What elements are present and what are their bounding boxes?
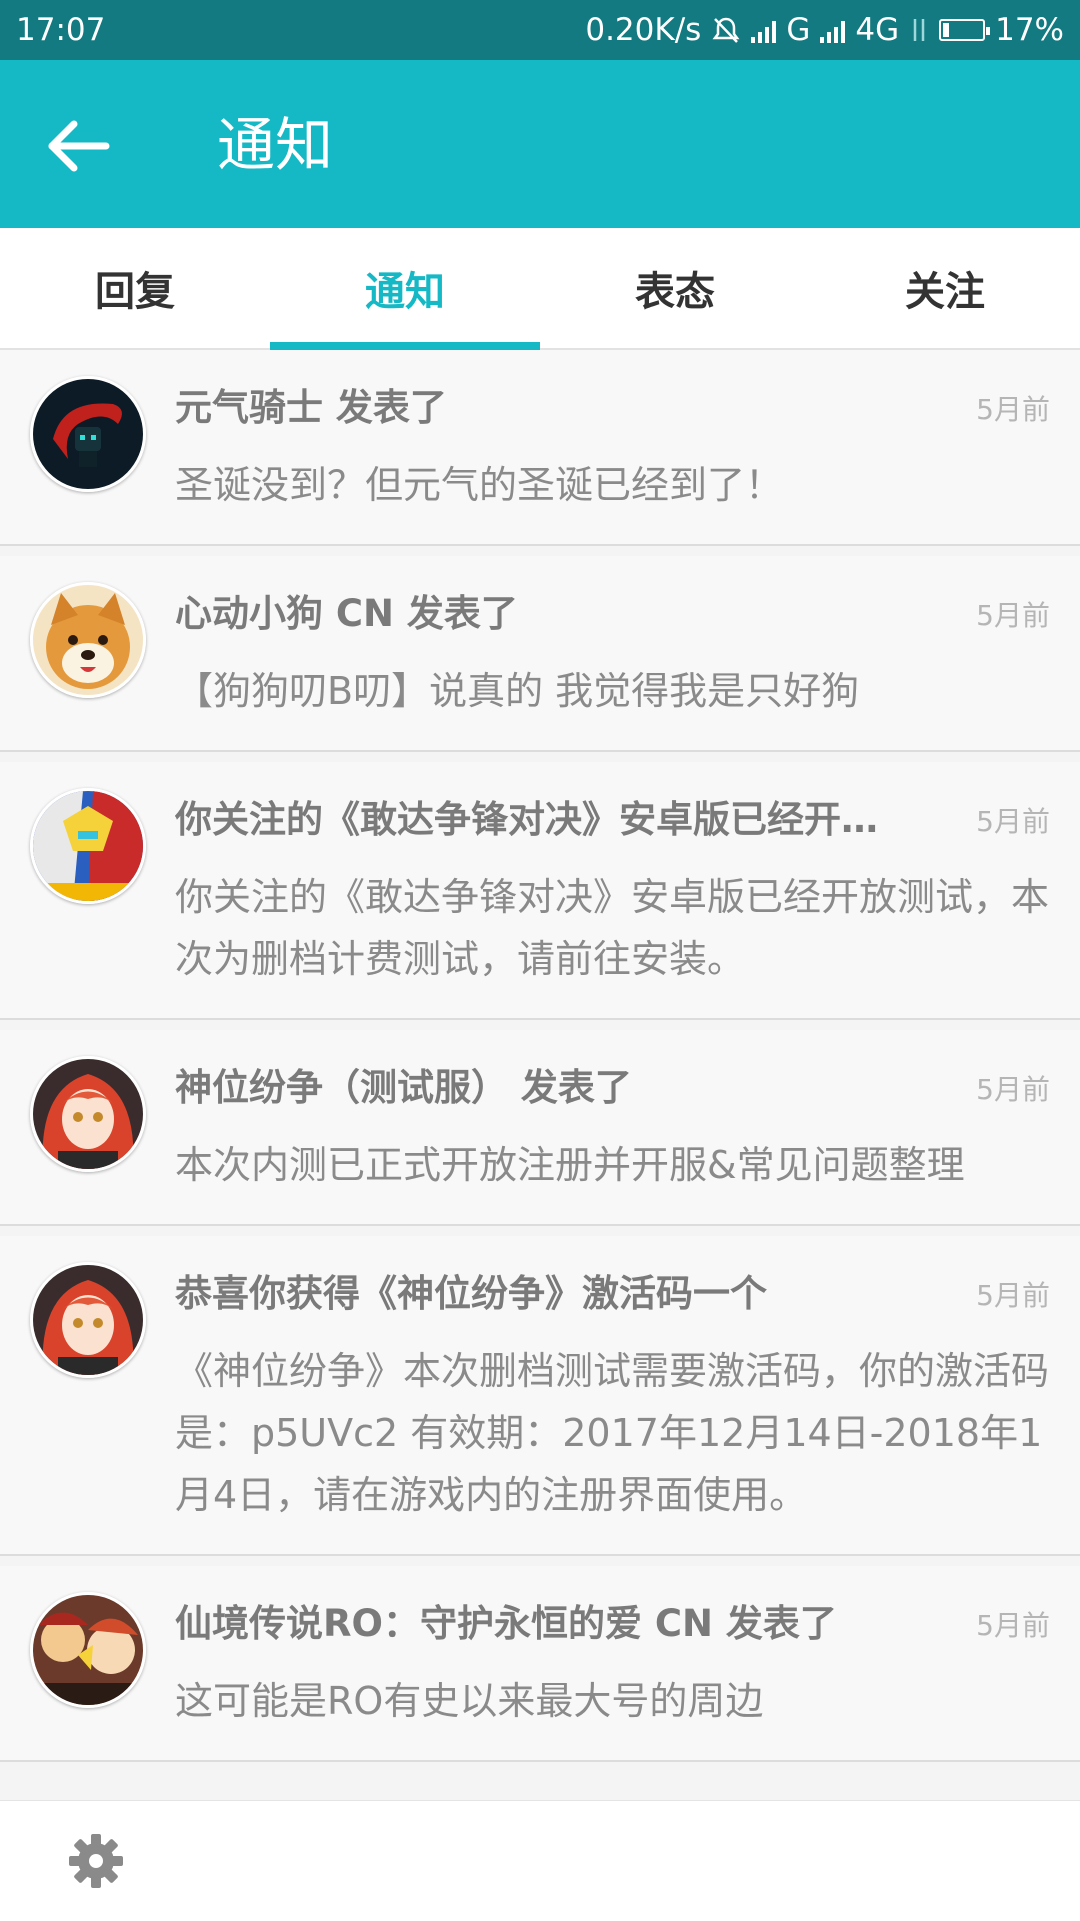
- gear-icon: [69, 1834, 123, 1888]
- status-bar: 17:07 0.20K/s G 4G 17%: [0, 0, 1080, 60]
- page-title: 通知: [217, 111, 334, 179]
- dog-avatar: [30, 582, 146, 698]
- status-icons: 0.20K/s G 4G 17%: [585, 12, 1064, 48]
- list-item[interactable]: 心动小狗 CN 发表了 5月前 【狗狗叨B叨】说真的 我觉得我是只好狗: [0, 556, 1080, 752]
- signal1-label: G: [786, 12, 811, 48]
- tab-notification[interactable]: 通知: [270, 228, 540, 350]
- notification-title: 元气骑士 发表了: [175, 386, 447, 429]
- notification-title: 神位纷争（测试服） 发表了: [175, 1066, 632, 1109]
- mute-bell-icon: [712, 17, 740, 43]
- tab-bar: 回复 通知 表态 关注: [0, 228, 1080, 350]
- ro-avatar: [30, 1592, 146, 1708]
- arrow-left-icon: [48, 120, 110, 172]
- notification-list: 元气骑士 发表了 5月前 圣诞没到？但元气的圣诞已经到了！ 心动小狗 CN 发表…: [0, 350, 1080, 1800]
- data-transfer-icon: [913, 19, 925, 41]
- signal2-label: 4G: [855, 12, 900, 48]
- notification-title: 心动小狗 CN 发表了: [175, 592, 518, 635]
- battery-percent: 17%: [995, 12, 1064, 48]
- app-bar: 通知: [0, 60, 1080, 228]
- notification-body: 【狗狗叨B叨】说真的 我觉得我是只好狗: [175, 669, 860, 713]
- notification-time: 5月前: [976, 599, 1050, 632]
- list-item[interactable]: 神位纷争（测试服） 发表了 5月前 本次内测已正式开放注册并开服&常见问题整理: [0, 1030, 1080, 1226]
- net-speed: 0.20K/s: [585, 12, 702, 48]
- notification-title: 恭喜你获得《神位纷争》激活码一个: [175, 1272, 767, 1315]
- red-hair-girl-avatar: [30, 1262, 146, 1378]
- notification-body: 圣诞没到？但元气的圣诞已经到了！: [175, 463, 784, 507]
- list-item[interactable]: 仙境传说RO：守护永恒的爱 CN 发表了 5月前 这可能是RO有史以来最大号的周…: [0, 1566, 1080, 1762]
- notification-time: 5月前: [976, 1279, 1050, 1312]
- notification-body: 本次内测已正式开放注册并开服&常见问题整理: [175, 1143, 965, 1187]
- notification-body: 你关注的《敢达争锋对决》安卓版已经开放测试，本次为删档计费测试，请前往安装。: [175, 875, 1050, 981]
- notification-time: 5月前: [976, 393, 1050, 426]
- notification-title: 仙境传说RO：守护永恒的爱 CN 发表了: [175, 1602, 837, 1645]
- back-button[interactable]: [40, 106, 120, 186]
- battery-icon: [939, 19, 991, 41]
- notification-body: 这可能是RO有史以来最大号的周边: [175, 1679, 764, 1723]
- signal-icon: [820, 17, 846, 43]
- red-hair-girl-avatar: [30, 1056, 146, 1172]
- notification-title: 你关注的《敢达争锋对决》安卓版已经开…: [175, 798, 878, 841]
- list-item[interactable]: 恭喜你获得《神位纷争》激活码一个 5月前 《神位纷争》本次删档测试需要激活码，你…: [0, 1236, 1080, 1556]
- list-item[interactable]: 元气骑士 发表了 5月前 圣诞没到？但元气的圣诞已经到了！: [0, 350, 1080, 546]
- tab-reaction[interactable]: 表态: [540, 228, 810, 348]
- tab-follow[interactable]: 关注: [810, 228, 1080, 348]
- bottom-bar: [0, 1800, 1080, 1921]
- status-time: 17:07: [16, 12, 106, 48]
- signal-icon: [751, 17, 777, 43]
- settings-button[interactable]: [66, 1831, 126, 1891]
- soul-knight-avatar: [30, 376, 146, 492]
- notification-time: 5月前: [976, 805, 1050, 838]
- gundam-avatar: [30, 788, 146, 904]
- notification-body: 《神位纷争》本次删档测试需要激活码，你的激活码是：p5UVc2 有效期：2017…: [175, 1349, 1050, 1517]
- tab-reply[interactable]: 回复: [0, 228, 270, 348]
- notification-time: 5月前: [976, 1609, 1050, 1642]
- notification-time: 5月前: [976, 1073, 1050, 1106]
- list-item[interactable]: 你关注的《敢达争锋对决》安卓版已经开… 5月前 你关注的《敢达争锋对决》安卓版已…: [0, 762, 1080, 1020]
